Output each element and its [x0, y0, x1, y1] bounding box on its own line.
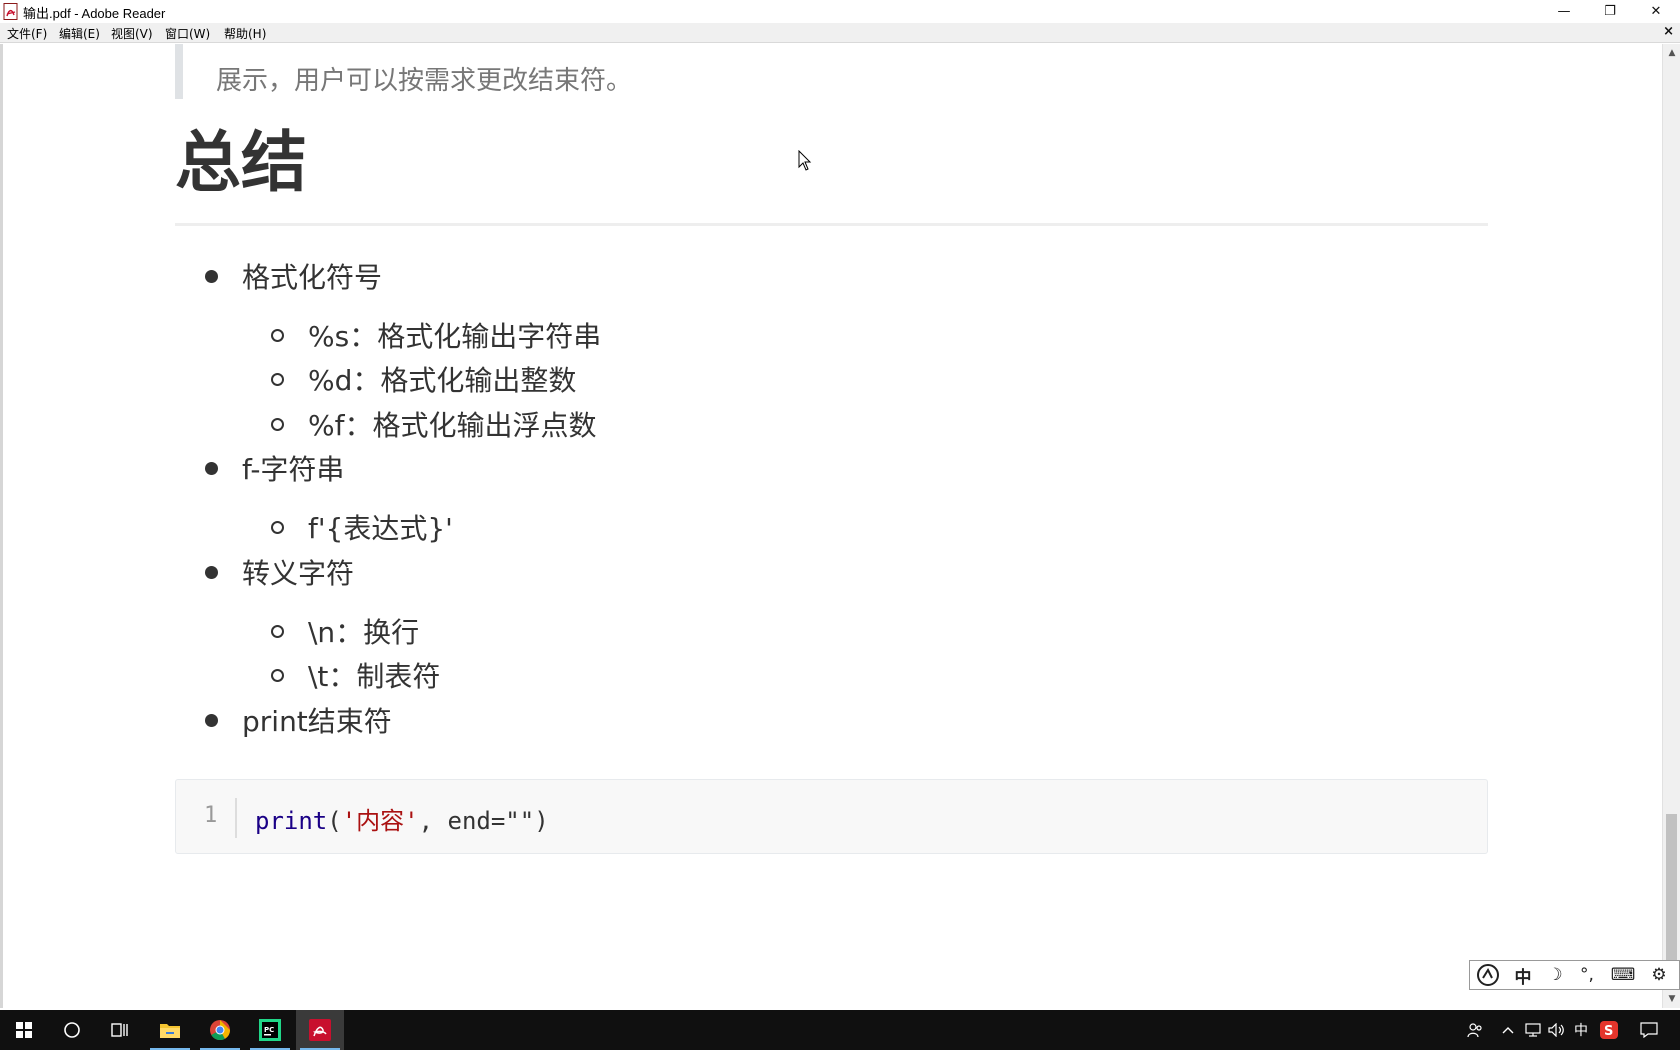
code-line: print('内容', end="") [255, 801, 549, 836]
ime-logo-icon[interactable] [1470, 961, 1506, 989]
heading-divider [175, 223, 1488, 226]
code-paren: ( [327, 807, 342, 835]
sublist-item: %s：格式化输出字符串 [308, 320, 602, 353]
sublist-bullet [271, 521, 284, 534]
sogou-ime-icon[interactable]: S [1597, 1010, 1621, 1050]
code-block: 1 print('内容', end="") [175, 779, 1488, 854]
notifications-icon[interactable] [1636, 1010, 1662, 1050]
document-viewport[interactable]: 展示，用户可以按需求更改结束符。 总结 格式化符号 %s：格式化输出字符串 %d… [0, 44, 1680, 1008]
file-explorer-button[interactable] [146, 1010, 194, 1050]
ime-halfwidth-icon[interactable]: ☽ [1540, 961, 1570, 989]
list-bullet [205, 566, 218, 579]
search-button[interactable] [48, 1010, 96, 1050]
svg-text:PC: PC [264, 1026, 274, 1034]
adobe-reader-button[interactable] [296, 1010, 344, 1050]
sublist-item: %f：格式化输出浮点数 [308, 409, 597, 442]
menu-file[interactable]: 文件(F) [7, 25, 47, 42]
chrome-button[interactable] [196, 1010, 244, 1050]
menu-edit[interactable]: 编辑(E) [59, 25, 100, 42]
ime-toolbar: 中 ☽ °, ⌨ ⚙ [1469, 960, 1680, 990]
file-explorer-icon [160, 1024, 180, 1038]
windows-start-icon [16, 1022, 32, 1038]
title-bar: 输出.pdf - Adobe Reader — ❐ ✕ [0, 0, 1680, 23]
list-item: 格式化符号 [242, 261, 383, 294]
list-bullet [205, 270, 218, 283]
task-view-icon [111, 1023, 128, 1037]
section-heading: 总结 [175, 124, 307, 201]
code-line-number: 1 [204, 803, 218, 828]
minimize-icon: — [1557, 4, 1571, 19]
people-icon[interactable] [1462, 1010, 1488, 1050]
menu-window[interactable]: 窗口(W) [165, 25, 210, 42]
sublist-item: \n：换行 [308, 616, 420, 649]
blockquote-bar [175, 44, 183, 99]
sublist-item: \t：制表符 [308, 660, 441, 693]
blockquote-text: 展示，用户可以按需求更改结束符。 [216, 66, 633, 96]
close-button[interactable]: ✕ [1633, 0, 1679, 23]
ime-keyboard-icon[interactable]: ⌨ [1604, 961, 1642, 989]
sublist-bullet [271, 418, 284, 431]
sublist-item: f'{表达式}' [308, 512, 453, 545]
sublist-item: %d：格式化输出整数 [308, 364, 577, 397]
adobe-reader-icon [309, 1019, 331, 1041]
scroll-down-icon[interactable]: ▼ [1663, 990, 1680, 1007]
chrome-icon [210, 1020, 231, 1041]
menu-bar: 文件(F) 编辑(E) 视图(V) 窗口(W) 帮助(H) × [0, 23, 1680, 43]
window-title: 输出.pdf - Adobe Reader [23, 6, 166, 21]
code-gutter [235, 798, 237, 838]
mouse-cursor-icon [798, 150, 812, 171]
code-args: , end="") [418, 807, 549, 835]
svg-text:S: S [1604, 1024, 1613, 1039]
code-string: '内容' [341, 807, 419, 835]
list-bullet [205, 462, 218, 475]
menu-view[interactable]: 视图(V) [111, 25, 153, 42]
ime-settings-icon[interactable]: ⚙ [1642, 961, 1676, 989]
list-item: print结束符 [242, 705, 392, 738]
vertical-scrollbar[interactable]: ▲ ▼ [1662, 44, 1680, 1008]
restore-button[interactable]: ❐ [1587, 0, 1633, 23]
ime-punctuation-icon[interactable]: °, [1570, 961, 1604, 989]
sublist-bullet [271, 669, 284, 682]
sublist-bullet [271, 625, 284, 638]
sublist-bullet [271, 329, 284, 342]
close-document-icon[interactable]: × [1663, 24, 1674, 39]
page-left-edge [0, 44, 3, 1008]
close-icon: ✕ [1650, 4, 1662, 19]
list-item: 转义字符 [242, 557, 355, 590]
show-hidden-icons-icon[interactable] [1498, 1010, 1518, 1050]
search-icon [64, 1022, 80, 1038]
start-button[interactable] [0, 1010, 48, 1050]
list-bullet [205, 714, 218, 727]
ime-mode-chinese[interactable]: 中 [1506, 961, 1540, 989]
code-function: print [255, 807, 328, 835]
network-icon[interactable] [1522, 1010, 1544, 1050]
pycharm-icon: PC [259, 1019, 281, 1041]
list-item: f-字符串 [242, 453, 345, 486]
restore-icon: ❐ [1604, 4, 1616, 19]
pycharm-button[interactable]: PC [246, 1010, 294, 1050]
sublist-bullet [271, 373, 284, 386]
input-language-indicator[interactable]: 中 [1570, 1010, 1592, 1050]
minimize-button[interactable]: — [1541, 0, 1587, 23]
menu-help[interactable]: 帮助(H) [224, 25, 266, 42]
task-view-button[interactable] [96, 1010, 144, 1050]
scroll-up-icon[interactable]: ▲ [1663, 44, 1680, 61]
taskbar: PC 中 S [0, 1010, 1680, 1050]
volume-icon[interactable] [1546, 1010, 1568, 1050]
adobe-reader-app-icon [3, 3, 18, 20]
